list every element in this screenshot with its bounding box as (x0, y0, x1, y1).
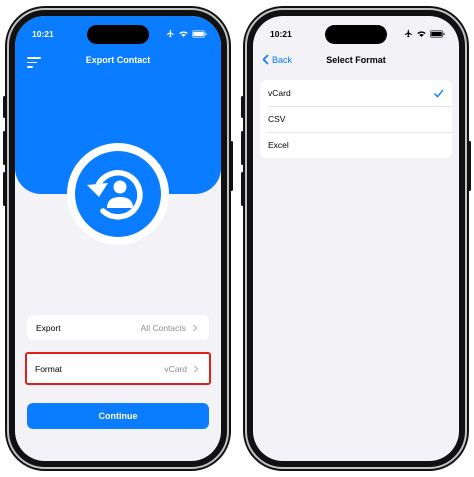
page-title: Export Contact (85, 55, 151, 65)
chevron-right-icon (194, 365, 199, 372)
status-time: 10:21 (270, 29, 292, 39)
dynamic-island (325, 25, 387, 44)
format-value: vCard (164, 363, 187, 374)
continue-button[interactable]: Continue (27, 403, 209, 429)
volume-up-button (241, 131, 244, 165)
airplane-icon (404, 29, 412, 38)
status-time: 10:21 (32, 29, 54, 39)
contact-restore-badge (67, 143, 169, 245)
export-row[interactable]: Export All Contacts (27, 315, 209, 340)
wifi-icon (417, 30, 426, 37)
volume-up-button (3, 131, 6, 165)
format-option-csv[interactable]: CSV (260, 106, 452, 132)
format-row[interactable]: Format vCard (25, 352, 211, 385)
volume-down-button (241, 172, 244, 206)
screen: 10:21 Back Select Format vCard CSV Excel (253, 16, 459, 461)
battery-icon (192, 29, 207, 38)
checkmark-icon (434, 89, 444, 97)
option-label: CSV (268, 114, 286, 124)
volume-down-button (3, 172, 6, 206)
export-value: All Contacts (140, 322, 186, 333)
option-label: vCard (268, 88, 291, 98)
contact-restore-icon (87, 170, 143, 220)
phone-select-format: 10:21 Back Select Format vCard CSV Excel (241, 6, 471, 471)
battery-icon (430, 29, 445, 38)
page-title: Select Format (326, 55, 386, 65)
chevron-right-icon (193, 324, 198, 331)
format-label: Format (35, 363, 62, 374)
side-button (3, 96, 6, 118)
format-option-vcard[interactable]: vCard (260, 80, 452, 106)
option-label: Excel (268, 140, 289, 150)
wifi-icon (179, 30, 188, 37)
screen: 10:21 Export Contact Export All Contacts… (15, 16, 221, 461)
format-list: vCard CSV Excel (260, 80, 452, 158)
side-button (241, 96, 244, 118)
export-label: Export (36, 322, 61, 333)
power-button (230, 141, 233, 191)
airplane-icon (166, 29, 174, 38)
phone-export-contact: 10:21 Export Contact Export All Contacts… (3, 6, 233, 471)
dynamic-island (87, 25, 149, 44)
power-button (468, 141, 471, 191)
format-option-excel[interactable]: Excel (260, 132, 452, 158)
